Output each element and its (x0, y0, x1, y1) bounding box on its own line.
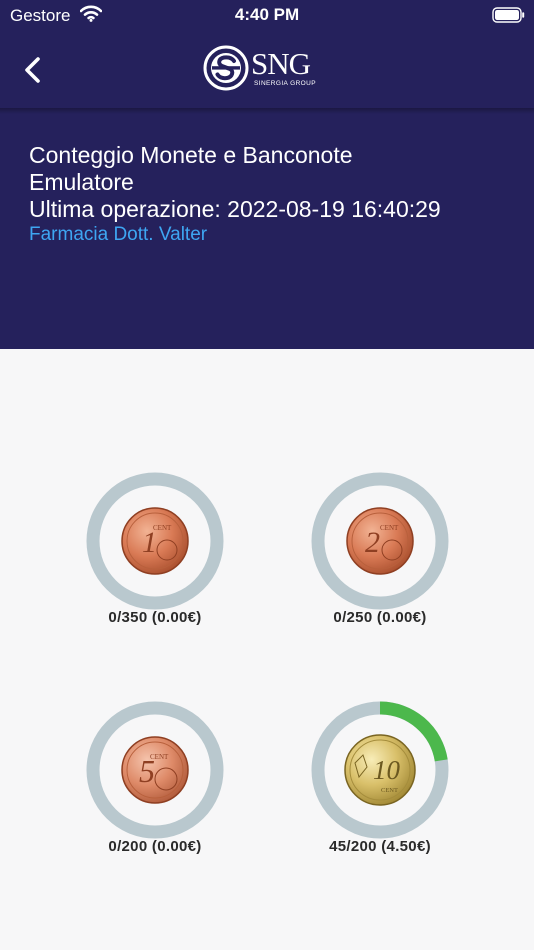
pharmacy-link[interactable]: Farmacia Dott. Valter (29, 223, 519, 247)
coin-2-cent-value: 2 (365, 526, 380, 559)
coin-5-cent-count: 0/200 (0.00€) (108, 838, 202, 855)
header: Gestore 4:40 PM SNG SINERGIA GROUP Conte… (0, 0, 534, 349)
coin-5-cent-icon: 5 CENT (121, 736, 189, 804)
last-operation: Ultima operazione: 2022-08-19 16:40:29 (29, 196, 441, 222)
chevron-left-icon (25, 57, 40, 83)
status-time: 4:40 PM (234, 5, 300, 24)
coin-cell-10-cent[interactable]: 10 CENT 45/200 (4.50€) (290, 700, 470, 870)
coin-10-cent-icon: 10 CENT (344, 734, 416, 806)
sng-logo: SNG SINERGIA GROUP (203, 42, 331, 94)
coin-5-cent-unit: CENT (150, 753, 169, 761)
back-button[interactable] (18, 50, 50, 90)
coin-2-cent-count: 0/250 (0.00€) (333, 609, 427, 626)
coin-2-cent-icon: 2 CENT (346, 507, 414, 575)
logo-brand-text: SNG (251, 46, 311, 81)
coin-cell-5-cent[interactable]: 5 CENT 0/200 (0.00€) (65, 700, 245, 870)
device-info: Conteggio Monete e Banconote Emulatore U… (29, 142, 519, 247)
device-name: Emulatore (29, 169, 134, 195)
coin-cell-1-cent[interactable]: 1 CENT 0/350 (0.00€) (65, 471, 245, 641)
logo-subtitle: SINERGIA GROUP (254, 80, 316, 87)
sng-logo-mark (203, 45, 249, 91)
coin-2-cent-unit: CENT (380, 524, 399, 532)
coin-1-cent-icon: 1 CENT (121, 507, 189, 575)
coin-10-cent-count: 45/200 (4.50€) (329, 838, 431, 855)
coin-1-cent-unit: CENT (153, 524, 172, 532)
info-title: Conteggio Monete e Banconote (29, 142, 353, 168)
nav-bar: SNG SINERGIA GROUP (0, 32, 534, 114)
coin-1-cent-count: 0/350 (0.00€) (108, 609, 202, 626)
coin-10-cent-unit: CENT (381, 787, 398, 794)
coin-10-cent-value: 10 (373, 755, 401, 785)
battery-icon (492, 7, 525, 28)
status-bar: Gestore 4:40 PM (0, 0, 534, 32)
coin-cell-2-cent[interactable]: 2 CENT 0/250 (0.00€) (290, 471, 470, 641)
